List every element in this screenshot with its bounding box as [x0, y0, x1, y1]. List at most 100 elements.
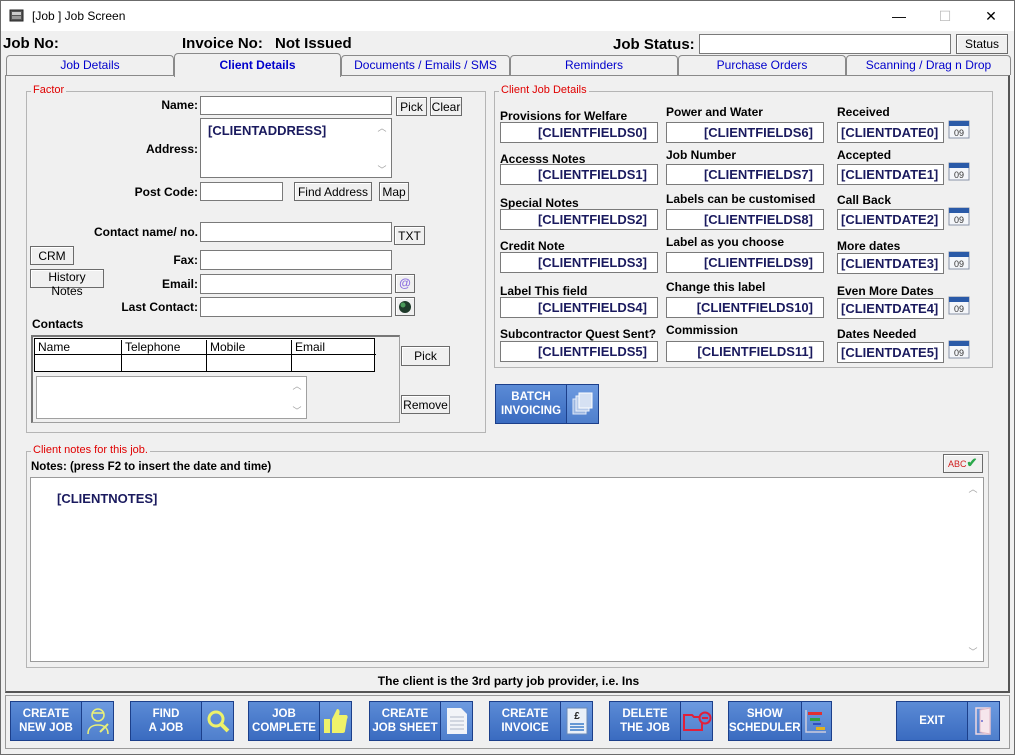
create-new-job-button[interactable]: CREATE NEW JOB [10, 701, 114, 741]
tab-scanning-drag-n-drop[interactable]: Scanning / Drag n Drop [846, 55, 1011, 75]
crm-button[interactable]: CRM [30, 246, 74, 265]
map-button[interactable]: Map [379, 182, 409, 201]
spellcheck-button[interactable]: ABC✔ [943, 454, 983, 473]
batch-invoicing-button[interactable]: BATCH INVOICING [495, 384, 599, 424]
calendar-icon[interactable]: 09 [948, 340, 970, 359]
address-textarea[interactable]: [CLIENTADDRESS] ︿ ﹀ [200, 118, 392, 178]
scroll-down-icon[interactable]: ﹀ [290, 404, 304, 416]
tab-job-details[interactable]: Job Details [6, 55, 174, 75]
job-complete-button[interactable]: JOB COMPLETE [248, 701, 352, 741]
find-address-button[interactable]: Find Address [294, 182, 372, 201]
contacts-remove-button[interactable]: Remove [401, 395, 450, 414]
email-at-icon[interactable]: @ [395, 274, 415, 293]
fax-input[interactable] [200, 250, 392, 270]
contacts-col-email[interactable]: Email [291, 340, 375, 354]
contacts-header-row: Name Telephone Mobile Email [35, 339, 376, 355]
last-contact-input[interactable] [200, 297, 392, 317]
scroll-up-icon[interactable]: ︿ [966, 482, 980, 494]
client-field-input[interactable]: [CLIENTFIELDS6] [666, 122, 824, 143]
scroll-up-icon[interactable]: ︿ [290, 379, 304, 391]
job-status-label: Job Status: [613, 36, 695, 53]
client-field-input[interactable]: [CLIENTFIELDS3] [500, 252, 658, 273]
client-field-input[interactable]: [CLIENTFIELDS2] [500, 209, 658, 230]
client-field-input[interactable]: [CLIENTFIELDS8] [666, 209, 824, 230]
contacts-col-telephone[interactable]: Telephone [121, 340, 201, 354]
client-field-input[interactable]: [CLIENTFIELDS0] [500, 122, 658, 143]
client-field-input[interactable]: [CLIENTDATE4] [837, 298, 944, 319]
calendar-icon[interactable]: 09 [948, 251, 970, 270]
contacts-col-name[interactable]: Name [38, 340, 118, 354]
tab-reminders[interactable]: Reminders [510, 55, 678, 75]
client-field-input[interactable]: [CLIENTDATE5] [837, 342, 944, 363]
contacts-memo[interactable]: ︿ ﹀ [36, 376, 307, 419]
client-field-input[interactable]: [CLIENTDATE0] [837, 122, 944, 143]
calendar-icon[interactable]: 09 [948, 120, 970, 139]
client-field-label: Power and Water [666, 105, 763, 119]
tab-client-details[interactable]: Client Details [174, 53, 341, 77]
tab-documents-emails-sms[interactable]: Documents / Emails / SMS [341, 55, 510, 75]
client-field-label: Even More Dates [837, 284, 934, 298]
history-notes-button[interactable]: History Notes [30, 269, 104, 298]
document-icon [440, 702, 472, 740]
client-field-input[interactable]: [CLIENTFIELDS10] [666, 297, 824, 318]
client-field-input[interactable]: [CLIENTFIELDS1] [500, 164, 658, 185]
client-field-label: Provisions for Welfare [500, 109, 628, 123]
batch-invoicing-label: BATCH INVOICING [500, 391, 562, 417]
batch-invoice-stack-icon [566, 385, 598, 423]
job-status-field[interactable] [699, 34, 951, 54]
client-field-label: Label as you choose [666, 235, 785, 249]
worker-icon [81, 702, 113, 740]
contacts-grid[interactable]: Name Telephone Mobile Email [34, 338, 376, 372]
globe-icon[interactable] [395, 297, 415, 316]
client-field-input[interactable]: [CLIENTFIELDS5] [500, 341, 658, 362]
postcode-input[interactable] [200, 182, 283, 201]
tab-purchase-orders[interactable]: Purchase Orders [678, 55, 846, 75]
delete-the-job-label: DELETE THE JOB [620, 708, 670, 734]
client-notes-legend: Client notes for this job. [31, 444, 150, 456]
contact-input[interactable] [200, 222, 392, 242]
client-field-input[interactable]: [CLIENTFIELDS9] [666, 252, 824, 273]
email-input[interactable] [200, 274, 392, 294]
name-pick-button[interactable]: Pick [396, 97, 427, 116]
address-value: [CLIENTADDRESS] [208, 123, 327, 138]
calendar-icon[interactable]: 09 [948, 207, 970, 226]
client-field-input[interactable]: [CLIENTFIELDS11] [666, 341, 824, 362]
name-input[interactable] [200, 96, 392, 115]
contacts-pick-button[interactable]: Pick [401, 346, 450, 366]
client-notes-textarea[interactable]: [CLIENTNOTES] ︿ ﹀ [30, 477, 984, 662]
exit-button[interactable]: EXIT [896, 701, 1000, 741]
find-a-job-button[interactable]: FIND A JOB [130, 701, 234, 741]
svg-text:09: 09 [954, 128, 964, 138]
door-icon [967, 702, 999, 740]
delete-the-job-button[interactable]: DELETE THE JOB [609, 701, 713, 741]
status-button[interactable]: Status [956, 34, 1008, 54]
name-clear-button[interactable]: Clear [430, 97, 462, 116]
maximize-button[interactable]: ☐ [922, 1, 968, 31]
grid-divider [291, 355, 292, 371]
client-field-input[interactable]: [CLIENTDATE3] [837, 253, 944, 274]
create-invoice-button[interactable]: CREATE INVOICE £ [489, 701, 593, 741]
create-job-sheet-button[interactable]: CREATE JOB SHEET [369, 701, 473, 741]
calendar-icon[interactable]: 09 [948, 162, 970, 181]
show-scheduler-button[interactable]: SHOW SCHEDULER [728, 701, 832, 741]
grid-divider [206, 355, 207, 371]
client-field-label: Received [837, 105, 890, 119]
client-field-input[interactable]: [CLIENTDATE1] [837, 164, 944, 185]
client-field-input[interactable]: [CLIENTFIELDS4] [500, 297, 658, 318]
spellcheck-abc-text: ABC [948, 459, 967, 469]
scroll-up-icon[interactable]: ︿ [375, 121, 389, 133]
calendar-icon[interactable]: 09 [948, 296, 970, 315]
contacts-col-mobile[interactable]: Mobile [206, 340, 286, 354]
svg-text:£: £ [574, 711, 580, 722]
client-field-input[interactable]: [CLIENTFIELDS7] [666, 164, 824, 185]
client-field-input[interactable]: [CLIENTDATE2] [837, 209, 944, 230]
client-notes-value: [CLIENTNOTES] [57, 491, 158, 506]
txt-button[interactable]: TXT [394, 226, 425, 245]
factor-legend: Factor [31, 84, 67, 96]
minimize-button[interactable]: — [876, 1, 922, 31]
scroll-down-icon[interactable]: ﹀ [966, 645, 980, 657]
close-button[interactable]: ✕ [968, 1, 1014, 31]
job-complete-label: JOB COMPLETE [252, 708, 316, 734]
scroll-down-icon[interactable]: ﹀ [375, 163, 389, 175]
client-field-label: More dates [837, 239, 901, 253]
